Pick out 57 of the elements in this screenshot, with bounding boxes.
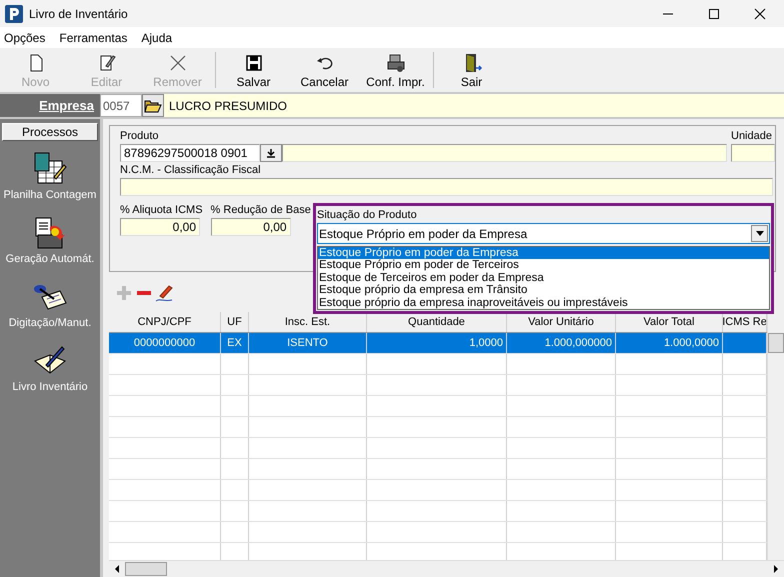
open-folder-button[interactable] bbox=[142, 94, 164, 117]
field-label: Unidade bbox=[731, 130, 773, 142]
toolbar-button[interactable]: Conf. Impr. bbox=[360, 48, 431, 92]
menu-item[interactable]: Ferramentas bbox=[59, 30, 128, 44]
column-header[interactable]: UF bbox=[221, 312, 249, 332]
sidebar-item[interactable]: Digitação/Manut. bbox=[8, 273, 92, 333]
situation-dropdown[interactable]: Estoque Próprio em poder da Empresa bbox=[317, 223, 770, 244]
dropdown-option[interactable]: Estoque próprio da empresa inaproveitáveis ou imprestáveis bbox=[318, 296, 769, 310]
field-label: % Redução de Base bbox=[210, 204, 311, 216]
vertical-scrollbar[interactable] bbox=[767, 312, 784, 560]
sidebar-item[interactable]: Livro Inventário bbox=[12, 337, 88, 397]
app-logo-icon bbox=[5, 4, 23, 22]
menu-item[interactable]: Opções bbox=[4, 30, 46, 44]
horizontal-scrollbar[interactable] bbox=[109, 560, 784, 577]
company-label: Empresa bbox=[38, 98, 95, 113]
table-cell: ISENTO bbox=[249, 333, 367, 353]
dropdown-option[interactable]: Estoque de Terceiros em poder da Empresa bbox=[318, 272, 769, 284]
company-code-field[interactable]: 0057 bbox=[100, 94, 142, 117]
download-icon bbox=[266, 148, 276, 158]
ncm-field[interactable] bbox=[120, 178, 773, 196]
field-label: N.C.M. - Classificação Fiscal bbox=[120, 164, 262, 176]
maximize-icon[interactable] bbox=[708, 8, 720, 20]
base-reduction-field[interactable]: 0,00 bbox=[210, 218, 291, 236]
close-icon[interactable] bbox=[754, 8, 766, 20]
icms-rate-field[interactable]: 0,00 bbox=[120, 218, 200, 236]
table-cell: 0000000000 bbox=[109, 333, 221, 353]
printer-icon bbox=[384, 52, 406, 74]
field-label: Situação do Produto bbox=[317, 209, 418, 221]
table-cell: 1,0000 bbox=[367, 333, 507, 353]
pencil-icon[interactable] bbox=[155, 284, 173, 302]
dropdown-option[interactable]: Estoque próprio da empresa em Trânsito bbox=[318, 284, 769, 297]
menu-item[interactable]: Ajuda bbox=[141, 30, 172, 44]
table-cell: 1.000,000000 bbox=[507, 333, 616, 353]
scroll-left-icon[interactable] bbox=[113, 565, 121, 573]
scroll-thumb[interactable] bbox=[125, 562, 167, 576]
toolbar-button[interactable]: Sair bbox=[436, 48, 507, 92]
dropdown-option[interactable]: Estoque Próprio em poder da Empresa bbox=[318, 247, 769, 260]
scroll-right-icon[interactable] bbox=[772, 565, 780, 573]
download-button[interactable] bbox=[260, 144, 282, 162]
window-title: Livro de Inventário bbox=[29, 6, 128, 20]
field-label: % Aliquota ICMS bbox=[120, 204, 203, 216]
folder-icon bbox=[144, 98, 162, 114]
processes-header[interactable]: Processos bbox=[2, 123, 98, 141]
sidebar-item[interactable]: Geração Automát. bbox=[6, 209, 94, 269]
table-cell: EX bbox=[221, 333, 249, 353]
field-label: Produto bbox=[120, 130, 160, 142]
dropdown-caret-icon bbox=[756, 231, 764, 236]
column-header[interactable]: CNPJ/CPF bbox=[109, 312, 221, 332]
company-name-field[interactable]: LUCRO PRESUMIDO bbox=[164, 94, 784, 117]
dropdown-option[interactable]: Estoque Próprio em poder de Terceiros bbox=[318, 259, 769, 272]
product-description-field[interactable] bbox=[282, 144, 727, 162]
product-code-field[interactable]: 87896297500018 0901 bbox=[120, 144, 260, 162]
sidebar-item[interactable]: Planilha Contagem bbox=[4, 145, 96, 205]
toolbar-button[interactable]: Cancelar bbox=[289, 48, 360, 92]
toolbar-button[interactable]: Salvar bbox=[218, 48, 289, 92]
unit-field[interactable] bbox=[731, 144, 775, 162]
table-cell: 1.000,0000 bbox=[616, 333, 723, 353]
